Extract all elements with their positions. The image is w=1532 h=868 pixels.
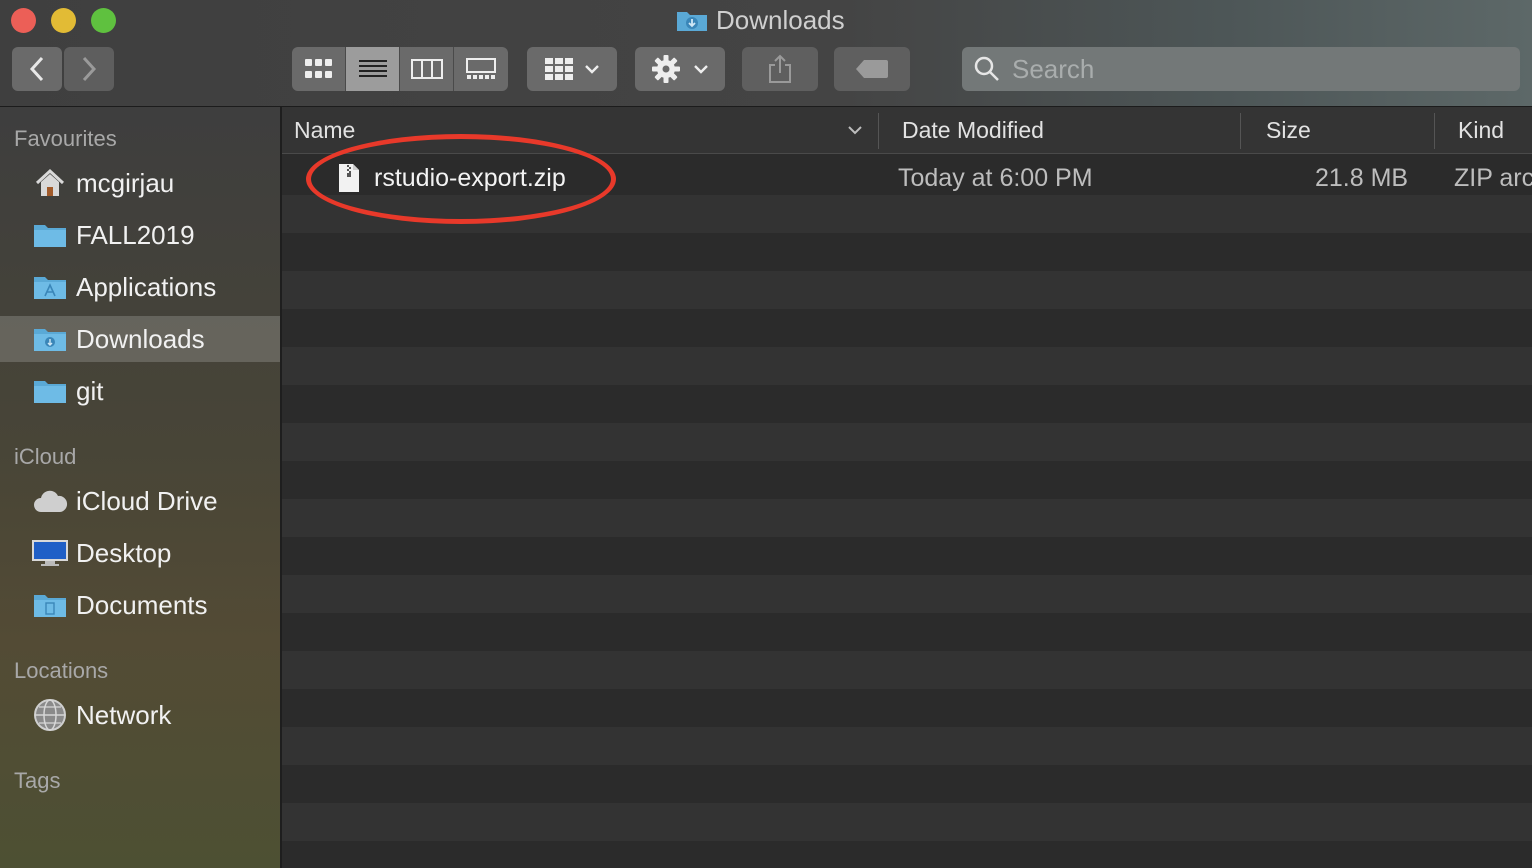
gallery-view-button[interactable] — [454, 47, 508, 91]
column-divider[interactable] — [1434, 113, 1435, 149]
list-lines-icon — [358, 60, 387, 77]
folder-icon — [32, 376, 68, 406]
sidebar-item-label: Downloads — [76, 323, 205, 354]
window-title: Downloads — [676, 4, 845, 36]
folder-icon — [32, 220, 68, 250]
close-window-button[interactable] — [11, 8, 36, 33]
file-list: Name Date Modified Size Kind rstudio-exp… — [282, 107, 1532, 868]
sidebar-item-label: Applications — [76, 271, 217, 302]
sidebar-item-desktop[interactable]: Desktop — [0, 530, 280, 576]
column-header-name[interactable]: Name — [294, 107, 355, 153]
documents-folder-icon — [32, 590, 68, 620]
sidebar-item-applications[interactable]: Applications — [0, 264, 280, 310]
sidebar-item-label: git — [76, 375, 104, 406]
column-header-label: Name — [294, 116, 356, 143]
cloud-icon — [32, 486, 68, 516]
sidebar: Favourites mcgirjau FALL2019 Application… — [0, 107, 282, 868]
sidebar-item-fall2019[interactable]: FALL2019 — [0, 212, 280, 258]
locations-header: Locations — [14, 658, 109, 683]
sidebar-item-label: Network — [76, 699, 172, 730]
search-field[interactable] — [962, 47, 1520, 91]
empty-row — [282, 271, 1532, 309]
desktop-icon — [32, 538, 68, 568]
empty-row — [282, 651, 1532, 689]
empty-row — [282, 575, 1532, 613]
back-button[interactable] — [12, 47, 62, 91]
forward-button[interactable] — [64, 47, 114, 91]
tags-header: Tags — [14, 768, 61, 793]
gallery-icon — [466, 58, 496, 79]
share-icon — [769, 54, 791, 83]
empty-row — [282, 727, 1532, 765]
favourites-header: Favourites — [14, 126, 117, 151]
view-mode-control — [292, 47, 508, 91]
sidebar-item-downloads[interactable]: Downloads — [0, 316, 280, 362]
empty-row — [282, 803, 1532, 841]
action-button[interactable] — [635, 47, 725, 91]
chevron-right-icon — [82, 56, 97, 82]
toolbar: Downloads — [0, 0, 1532, 107]
sort-chevron-down-icon[interactable] — [847, 125, 863, 135]
sidebar-item-network[interactable]: Network — [0, 692, 280, 738]
column-divider[interactable] — [1240, 113, 1241, 149]
minimize-window-button[interactable] — [51, 8, 76, 33]
highlight-ellipse-annotation — [306, 134, 616, 224]
zoom-window-button[interactable] — [91, 8, 116, 33]
file-date-modified: Today at 6:00 PM — [898, 163, 1093, 192]
sidebar-item-label: Desktop — [76, 537, 172, 568]
downloads-folder-icon — [677, 12, 707, 31]
file-kind: ZIP arc — [1454, 163, 1532, 192]
column-header-date[interactable]: Date Modified — [902, 107, 1044, 153]
sidebar-item-documents[interactable]: Documents — [0, 582, 280, 628]
sidebar-item-icloud-drive[interactable]: iCloud Drive — [0, 478, 280, 524]
network-globe-icon — [32, 699, 68, 731]
search-icon — [974, 56, 999, 81]
search-input[interactable] — [1010, 52, 1494, 86]
column-header-size[interactable]: Size — [1266, 107, 1311, 153]
column-header-label: Size — [1266, 116, 1311, 143]
icon-view-button[interactable] — [292, 47, 346, 91]
icloud-header: iCloud — [14, 444, 77, 469]
sidebar-item-label: Documents — [76, 589, 208, 620]
downloads-folder-icon — [32, 324, 68, 354]
sidebar-item-label: mcgirjau — [76, 167, 175, 198]
empty-row — [282, 347, 1532, 385]
column-header-label: Kind — [1458, 116, 1505, 143]
applications-folder-icon — [32, 272, 68, 302]
empty-row — [282, 423, 1532, 461]
sidebar-item-label: FALL2019 — [76, 219, 195, 250]
empty-row — [282, 499, 1532, 537]
column-header-label: Date Modified — [902, 116, 1044, 143]
home-icon — [32, 168, 68, 198]
tag-button[interactable] — [834, 47, 910, 91]
gear-icon — [652, 55, 680, 83]
column-view-button[interactable] — [400, 47, 454, 91]
sidebar-item-mcgirjau[interactable]: mcgirjau — [0, 160, 280, 206]
chevron-down-icon — [585, 65, 599, 74]
sidebar-item-label: iCloud Drive — [76, 485, 218, 516]
list-view-button[interactable] — [346, 47, 400, 91]
chevron-down-icon — [694, 65, 708, 74]
chevron-left-icon — [29, 56, 44, 82]
columns-icon — [410, 59, 443, 79]
share-button[interactable] — [742, 47, 818, 91]
column-header-kind[interactable]: Kind — [1458, 107, 1504, 153]
file-size: 21.8 MB — [1315, 163, 1409, 192]
window-title-text: Downloads — [716, 4, 845, 35]
tag-icon — [856, 60, 888, 78]
icon-grid-icon — [304, 59, 332, 78]
sidebar-item-git[interactable]: git — [0, 368, 280, 414]
group-by-icon — [545, 58, 573, 80]
group-by-button[interactable] — [527, 47, 617, 91]
column-divider[interactable] — [878, 113, 879, 149]
